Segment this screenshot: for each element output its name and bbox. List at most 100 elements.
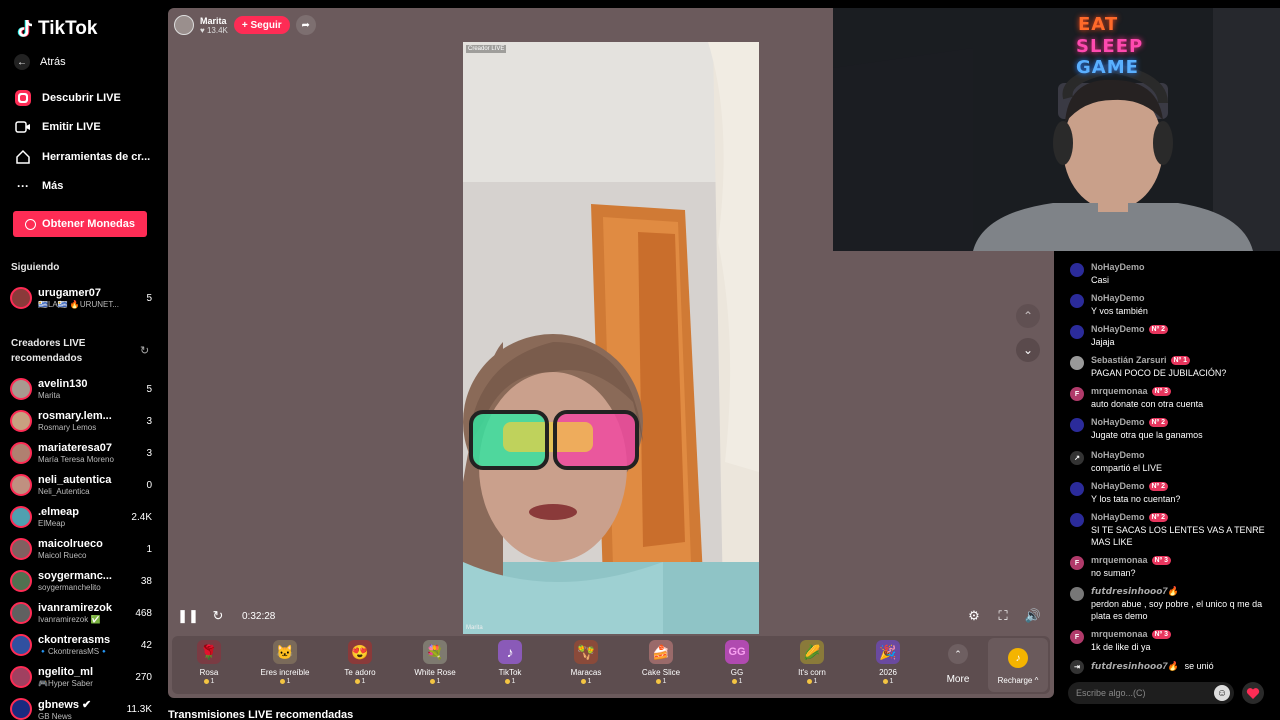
gift-price-value: 1 — [511, 678, 516, 685]
gift-item[interactable]: 🎉 2026 1 — [853, 640, 923, 690]
chat-username[interactable]: NoHayDemo — [1091, 416, 1145, 428]
recommended-item[interactable]: soygermanc... soygermanchelito 38 — [10, 566, 152, 596]
gift-item[interactable]: 💐 White Rose 1 — [400, 640, 470, 690]
get-coins-button[interactable]: Obtener Monedas — [13, 211, 147, 237]
gift-item[interactable]: 😍 Te adoro 1 — [325, 640, 395, 690]
recommended-item[interactable]: ngelito_ml 🎮Hyper Saber 270 — [10, 662, 152, 692]
gift-item[interactable]: 🐱 Eres increíble 1 — [250, 640, 320, 690]
avatar — [10, 602, 32, 624]
fullscreen-icon[interactable]: ⛶ — [993, 606, 1013, 626]
recharge-button[interactable]: ♪ Recharge ^ — [988, 638, 1048, 692]
reload-icon[interactable]: ↻ — [208, 606, 228, 626]
chat-username[interactable]: NoHayDemo — [1091, 323, 1145, 335]
chat-avatar[interactable] — [1070, 294, 1084, 308]
chat-avatar[interactable] — [1070, 263, 1084, 277]
recommended-item[interactable]: ivanramirezok Ivanramirezok ✅ 468 — [10, 598, 152, 628]
chat-input[interactable] — [1068, 682, 1234, 704]
gift-price-value: 1 — [210, 678, 215, 685]
nav-creator-tools[interactable]: Herramientas de cr... — [14, 148, 150, 166]
recommended-item[interactable]: maicolrueco Maicol Rueco 1 — [10, 534, 152, 564]
gift-corn-icon: 🌽 — [800, 640, 824, 664]
gift-maracas-icon: 🪇 — [574, 640, 598, 664]
gift-price: 1 — [655, 678, 666, 685]
chat-message: Sebastián Zarsuri Nº 1 PAGAN POCO DE JUBIL… — [1070, 354, 1266, 379]
chat-avatar[interactable] — [1070, 325, 1084, 339]
follow-button[interactable]: + Seguir — [233, 16, 290, 34]
next-stream-button[interactable]: ⌄ — [1016, 338, 1040, 362]
creator-subtitle: 🎮Hyper Saber — [38, 679, 93, 688]
like-button[interactable] — [1242, 682, 1264, 704]
recommended-item[interactable]: neli_autentica Neli_Autentica 0 — [10, 470, 152, 500]
viewer-count: 3 — [146, 447, 152, 459]
recommended-item[interactable]: rosmary.lem... Rosmary Lemos 3 — [10, 406, 152, 436]
recommended-item[interactable]: avelin130 Marita 5 — [10, 374, 152, 404]
video-feed: Creador LIVE Marita — [463, 42, 759, 634]
chat-username[interactable]: Sebastián Zarsuri — [1091, 354, 1167, 366]
chat-username[interactable]: NoHayDemo — [1091, 261, 1145, 273]
volume-icon[interactable]: 🔊 — [1023, 606, 1043, 626]
camera-icon — [14, 118, 32, 136]
gift-item[interactable]: GG GG 1 — [702, 640, 772, 690]
chat-username[interactable]: NoHayDemo — [1091, 292, 1145, 304]
chat-username[interactable]: NoHayDemo — [1091, 449, 1145, 461]
gift-price-value: 1 — [587, 678, 592, 685]
creator-subtitle: 🔹CkontrerasMS🔹 — [38, 647, 110, 656]
recommended-item[interactable]: .elmeap ElMeap 2.4K — [10, 502, 152, 532]
chat-avatar[interactable]: F — [1070, 387, 1084, 401]
refresh-icon[interactable]: ↻ — [140, 344, 149, 357]
gift-name: Te adoro — [344, 668, 376, 677]
viewer-count: 1 — [146, 543, 152, 555]
chat-text: PAGAN POCO DE JUBILACIÓN? — [1091, 368, 1227, 378]
host-name[interactable]: Marita — [200, 16, 228, 26]
nav-more[interactable]: ··· Más — [14, 177, 63, 195]
chat-avatar[interactable] — [1070, 482, 1084, 496]
nav-go-live[interactable]: Emitir LIVE — [14, 118, 101, 136]
recommended-item[interactable]: mariateresa07 María Teresa Moreno 3 — [10, 438, 152, 468]
rank-badge: Nº 2 — [1148, 417, 1168, 427]
gift-item[interactable]: 🪇 Maracas 1 — [551, 640, 621, 690]
gift-price: 1 — [580, 678, 592, 685]
chat-avatar[interactable] — [1070, 356, 1084, 370]
chat-username[interactable]: NoHayDemo — [1091, 480, 1145, 492]
nav-discover-live[interactable]: Descubrir LIVE — [14, 89, 121, 107]
gift-item[interactable]: 🍰 Cake Slice 1 — [626, 640, 696, 690]
following-item[interactable]: urugamer07 🇺🇾LA🇺🇾 🔥URUNET... 5 — [10, 283, 152, 313]
creator-name: gbnews ✔ — [38, 698, 92, 711]
back-button[interactable]: ← Atrás — [14, 54, 66, 70]
chat-avatar[interactable] — [1070, 587, 1084, 601]
chat-avatar[interactable] — [1070, 513, 1084, 527]
chat-username[interactable]: 𝙛𝙪𝙩𝙙𝙧𝙚𝙨𝙞𝙣𝙝𝙤𝙤𝙤7🔥 — [1091, 585, 1179, 597]
previous-stream-button[interactable]: ⌃ — [1016, 304, 1040, 328]
rank-badge: Nº 3 — [1151, 386, 1171, 396]
pause-icon[interactable]: ❚❚ — [177, 606, 199, 626]
chat-username[interactable]: mrquemonaa — [1091, 628, 1148, 640]
joined-username[interactable]: 𝙛𝙪𝙩𝙙𝙧𝙚𝙨𝙞𝙣𝙝𝙤𝙤𝙤7🔥 — [1091, 660, 1179, 672]
get-coins-label: Obtener Monedas — [42, 218, 135, 230]
chat-username[interactable]: NoHayDemo — [1091, 511, 1145, 523]
tiktok-logo[interactable]: TikTok — [16, 18, 97, 40]
chat-username[interactable]: mrquemonaa — [1091, 554, 1148, 566]
recommended-item[interactable]: ckontrerasms 🔹CkontrerasMS🔹 42 — [10, 630, 152, 660]
chat-avatar[interactable]: F — [1070, 556, 1084, 570]
gift-price-value: 1 — [738, 678, 743, 685]
chevron-up-icon: ⌃ — [948, 644, 968, 664]
more-gifts-button[interactable]: ⌃ More — [936, 640, 980, 690]
chat-avatar[interactable]: F — [1070, 630, 1084, 644]
creator-subtitle: 🇺🇾LA🇺🇾 🔥URUNET... — [38, 300, 120, 309]
recommended-streams-heading: Transmisiones LIVE recomendadas — [168, 709, 354, 720]
host-avatar[interactable] — [174, 15, 194, 35]
gift-item[interactable]: ♪ TikTok 1 — [475, 640, 545, 690]
settings-icon[interactable]: ⚙ — [964, 606, 984, 626]
gift-item[interactable]: 🌹 Rosa 1 — [174, 640, 244, 690]
chat-message: NoHayDemo Casi — [1070, 261, 1266, 286]
creator-name: mariateresa07 — [38, 442, 113, 454]
gift-white-rose-icon: 💐 — [423, 640, 447, 664]
emoji-icon[interactable]: ☺ — [1214, 685, 1230, 701]
gift-price-value: 1 — [813, 678, 818, 685]
chat-avatar[interactable] — [1070, 418, 1084, 432]
recommended-item[interactable]: gbnews ✔ GB News 11.3K — [10, 694, 152, 720]
chat-username[interactable]: mrquemonaa — [1091, 385, 1148, 397]
share-icon[interactable]: ➦ — [295, 15, 316, 35]
gift-item[interactable]: 🌽 It's corn 1 — [777, 640, 847, 690]
gift-name: It's corn — [798, 668, 826, 677]
